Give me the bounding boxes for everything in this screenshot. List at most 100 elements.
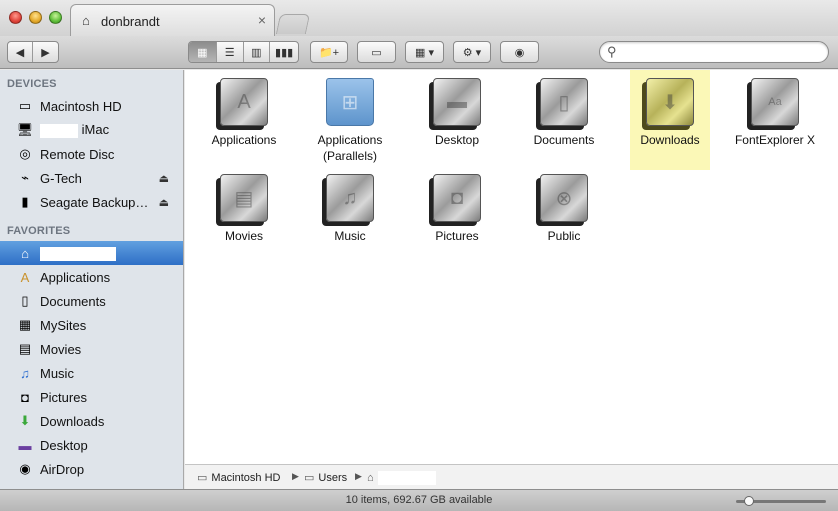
sidebar-item-label: Remote Disc bbox=[40, 146, 115, 162]
folder-label: Desktop bbox=[434, 133, 480, 147]
search-input[interactable] bbox=[622, 44, 822, 60]
sidebar-item-applications[interactable]: A Applications bbox=[0, 265, 183, 289]
title-bar: ⌂ donbrandt × bbox=[0, 0, 838, 36]
sidebar-item-macintosh-hd[interactable]: ▭ Macintosh HD bbox=[0, 94, 183, 118]
back-button[interactable]: ◀ bbox=[8, 42, 34, 62]
quicklook-button[interactable]: ◉ bbox=[500, 41, 539, 63]
action-gear-button[interactable]: ⚙ ▾ bbox=[453, 41, 491, 63]
new-folder-button[interactable]: 📁+ bbox=[310, 41, 348, 63]
sidebar-item-desktop[interactable]: ▬ Desktop bbox=[0, 433, 183, 457]
folder-item-documents[interactable]: ▯ Documents bbox=[512, 70, 616, 166]
folder-label: Public bbox=[547, 229, 581, 243]
icon-view-button[interactable]: ▦ bbox=[189, 42, 217, 62]
sidebar-item-seagate-backup[interactable]: ▮ Seagate Backup… ⏏ bbox=[0, 190, 183, 214]
folder-label: Applications (Parallels) bbox=[317, 133, 383, 163]
folder-item-downloads[interactable]: ⬇ Downloads bbox=[630, 70, 710, 170]
folder-label: FontExplorer X bbox=[734, 133, 816, 147]
folder-item-applications-parallels[interactable]: ⊞ Applications (Parallels) bbox=[298, 70, 402, 166]
folder-item-public[interactable]: ⊗ Public bbox=[512, 166, 616, 254]
movies-folder-icon: ▤ bbox=[220, 174, 268, 222]
documents-icon: ▯ bbox=[21, 293, 29, 308]
redacted-block bbox=[377, 471, 436, 485]
mysites-icon: ▦ bbox=[18, 317, 32, 332]
column-view-button[interactable]: ▥ bbox=[244, 42, 271, 62]
eject-icon[interactable]: ⏏ bbox=[159, 172, 169, 185]
tab-donbrandt[interactable]: ⌂ donbrandt × bbox=[70, 4, 275, 36]
search-field[interactable]: ⚲ bbox=[599, 41, 829, 63]
path-separator-icon: ▶ bbox=[292, 471, 299, 481]
icon-size-slider[interactable] bbox=[736, 496, 826, 506]
toolbar: ◀ ▶ ▦ ☰ ▥ ▮▮▮ 📁+ ▭ ▦ ▾ ⚙ ▾ ◉ ⚲ bbox=[0, 36, 838, 69]
coverflow-view-button[interactable]: ▮▮▮ bbox=[270, 42, 298, 62]
sidebar-item-music[interactable]: ♫ Music bbox=[0, 361, 183, 385]
movies-icon: ▤ bbox=[18, 341, 32, 356]
slider-thumb[interactable] bbox=[744, 496, 754, 506]
sidebar-item-remote-disc[interactable]: ◎ Remote Disc bbox=[0, 142, 183, 166]
forward-button[interactable]: ▶ bbox=[33, 42, 58, 62]
sidebar: DEVICES ▭ Macintosh HD 🖥 iMac ◎ Remote D… bbox=[0, 70, 184, 489]
sidebar-item-label: Downloads bbox=[40, 413, 105, 429]
list-view-button[interactable]: ☰ bbox=[217, 42, 244, 62]
sidebar-item-label: Movies bbox=[40, 341, 82, 357]
home-icon: ⌂ bbox=[82, 13, 90, 28]
folder-item-applications[interactable]: A Applications bbox=[192, 70, 296, 166]
breadcrumb-home[interactable]: ⌂ bbox=[367, 471, 436, 485]
close-window-button[interactable] bbox=[9, 11, 22, 24]
desktop-folder-icon: ▬ bbox=[433, 78, 481, 126]
parallels-folder-icon: ⊞ bbox=[326, 78, 374, 126]
eject-icon[interactable]: ⏏ bbox=[159, 196, 169, 209]
sidebar-item-imac[interactable]: 🖥 iMac bbox=[0, 118, 183, 142]
sidebar-item-airdrop[interactable]: ◉ AirDrop bbox=[0, 457, 183, 481]
devices-header: DEVICES bbox=[7, 78, 57, 90]
toggle-button[interactable]: ▭ bbox=[357, 41, 396, 63]
sidebar-item-documents[interactable]: ▯ Documents bbox=[0, 289, 183, 313]
fontexplorer-folder-icon: Aa bbox=[751, 78, 799, 126]
breadcrumb-macintosh-hd[interactable]: ▭ Macintosh HD bbox=[197, 471, 281, 485]
drive-icon: ▮ bbox=[21, 194, 29, 209]
zoom-window-button[interactable] bbox=[49, 11, 62, 24]
folder-label: Applications bbox=[211, 133, 277, 147]
sidebar-item-label: Music bbox=[40, 365, 74, 381]
status-text: 10 items, 692.67 GB available bbox=[345, 494, 493, 506]
sidebar-item-pictures[interactable]: ◘ Pictures bbox=[0, 385, 183, 409]
sidebar-item-label: Desktop bbox=[40, 437, 88, 453]
breadcrumb-label: Macintosh HD bbox=[211, 471, 281, 484]
airdrop-icon: ◉ bbox=[19, 461, 31, 476]
documents-folder-icon: ▯ bbox=[540, 78, 588, 126]
folder-item-fontexplorer-x[interactable]: Aa FontExplorer X bbox=[723, 70, 827, 166]
view-mode-selector: ▦ ☰ ▥ ▮▮▮ bbox=[188, 41, 299, 63]
breadcrumb-users[interactable]: ▭ Users bbox=[304, 471, 348, 485]
music-icon: ♫ bbox=[20, 365, 30, 381]
sidebar-item-label: Documents bbox=[40, 293, 106, 309]
downloads-folder-icon: ⬇ bbox=[646, 78, 694, 126]
new-tab-button[interactable] bbox=[275, 14, 311, 34]
sidebar-item-label: MySites bbox=[40, 317, 87, 333]
content-area: A Applications ⊞ Applications (Parallels… bbox=[185, 70, 838, 464]
home-icon: ⌂ bbox=[367, 472, 374, 484]
folder-item-music[interactable]: ♫ Music bbox=[298, 166, 402, 254]
favorites-header: FAVORITES bbox=[7, 225, 71, 237]
public-folder-icon: ⊗ bbox=[540, 174, 588, 222]
sidebar-item-mysites[interactable]: ▦ MySites bbox=[0, 313, 183, 337]
path-bar: ▭ Macintosh HD ▶ ▭ Users ▶ ⌂ bbox=[185, 464, 838, 489]
sidebar-item-g-tech[interactable]: ⌁ G-Tech ⏏ bbox=[0, 166, 183, 190]
sidebar-item-home[interactable]: ⌂ bbox=[0, 241, 183, 265]
disc-icon: ◎ bbox=[19, 146, 31, 161]
arrange-button[interactable]: ▦ ▾ bbox=[405, 41, 444, 63]
sidebar-item-movies[interactable]: ▤ Movies bbox=[0, 337, 183, 361]
folder-item-desktop[interactable]: ▬ Desktop bbox=[405, 70, 509, 166]
path-separator-icon: ▶ bbox=[355, 471, 362, 481]
sidebar-item-label: Seagate Backup… bbox=[40, 194, 149, 210]
tab-close-icon[interactable]: × bbox=[258, 12, 266, 28]
music-folder-icon: ♫ bbox=[326, 174, 374, 222]
minimize-window-button[interactable] bbox=[29, 11, 42, 24]
folder-label: Documents bbox=[533, 133, 595, 147]
folder-icon: ▭ bbox=[304, 472, 315, 484]
folder-item-movies[interactable]: ▤ Movies bbox=[192, 166, 296, 254]
folder-item-pictures[interactable]: ◘ Pictures bbox=[405, 166, 509, 254]
sidebar-item-downloads[interactable]: ⬇ Downloads bbox=[0, 409, 183, 433]
pictures-icon: ◘ bbox=[21, 389, 29, 405]
folder-label: Movies bbox=[224, 229, 263, 243]
harddisk-icon: ▭ bbox=[18, 98, 32, 113]
breadcrumb-label: Users bbox=[318, 471, 348, 484]
